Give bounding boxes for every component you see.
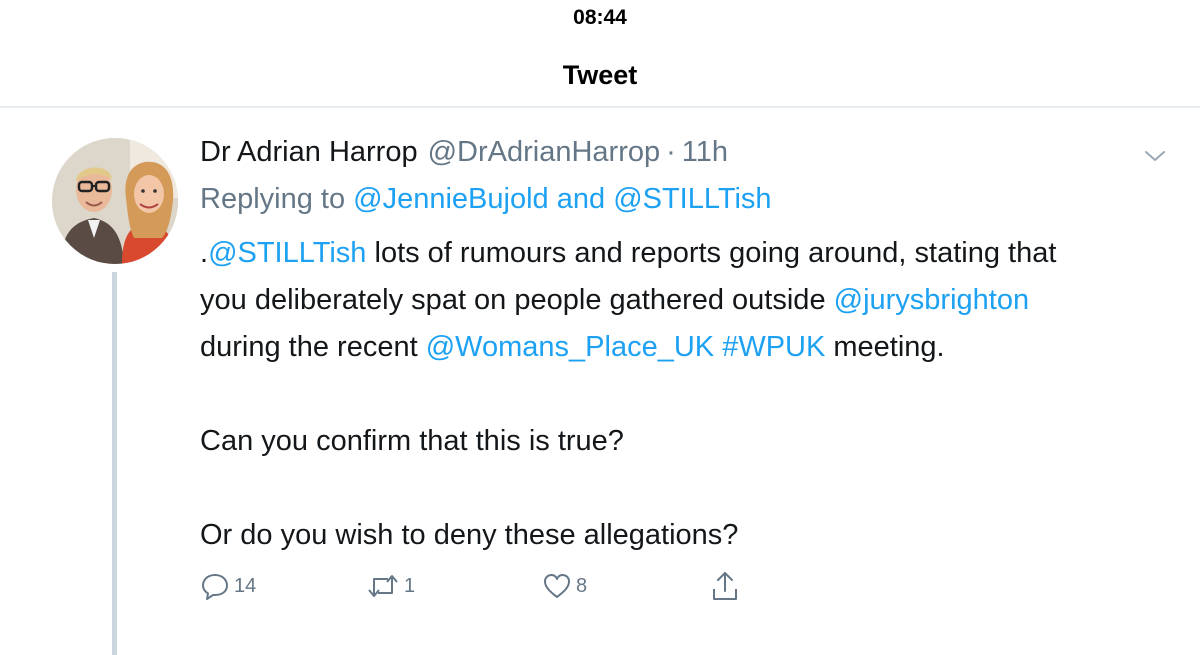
status-bar: 08:44: [0, 0, 1200, 36]
reply-icon: [200, 571, 230, 601]
chevron-down-icon[interactable]: [1140, 142, 1170, 170]
user-handle[interactable]: @DrAdrianHarrop: [428, 136, 661, 169]
tweet-paragraph-3: Or do you wish to deny these allegations…: [200, 519, 739, 551]
reply-mention-1[interactable]: @JennieBujold: [353, 183, 549, 215]
line1-text: lots of rumours and reports going around…: [366, 237, 1057, 269]
line2-text: you deliberately spat on people gathered…: [200, 284, 834, 316]
page-title: Tweet: [562, 59, 638, 90]
reply-button[interactable]: 14: [200, 568, 256, 604]
tweet-line-1: .@STILLTish lots of rumours and reports …: [200, 230, 1160, 277]
tweet-time: 11h: [681, 136, 729, 168]
tweet-line-2: you deliberately spat on people gathered…: [200, 277, 1160, 324]
heart-icon: [542, 571, 572, 601]
like-button[interactable]: 8: [542, 568, 587, 604]
replying-to: Replying to @JennieBujold and @STILLTish: [200, 183, 772, 216]
hashtag-wpuk[interactable]: #WPUK: [722, 331, 825, 363]
retweet-count: 1: [404, 574, 416, 597]
avatar[interactable]: [52, 138, 178, 264]
tweet-header: Dr Adrian Harrop @DrAdrianHarrop · 11h: [200, 136, 728, 176]
mention-stilltish[interactable]: @STILLTish: [208, 237, 366, 269]
reply-conjunction[interactable]: and: [557, 183, 605, 215]
nav-bar: Tweet: [0, 44, 1200, 108]
tweet-text: .@STILLTish lots of rumours and reports …: [200, 230, 1160, 559]
replying-prefix: Replying to: [200, 183, 346, 215]
tweet-line-3: during the recent @Womans_Place_UK #WPUK…: [200, 324, 1160, 371]
separator-dot: ·: [666, 136, 676, 168]
display-name[interactable]: Dr Adrian Harrop: [200, 136, 418, 169]
retweet-icon: [366, 571, 400, 601]
line3-text: during the recent: [200, 331, 426, 363]
line-prefix: .: [200, 237, 209, 269]
thread-line: [112, 272, 117, 655]
avatar-photo: [52, 138, 178, 264]
reply-count: 14: [234, 574, 257, 597]
mention-jurysbrighton[interactable]: @jurysbrighton: [834, 284, 1029, 316]
tweet-paragraph-2: Can you confirm that this is true?: [200, 425, 624, 457]
mention-womans-place-uk[interactable]: @Womans_Place_UK: [426, 331, 714, 363]
like-count: 8: [576, 574, 588, 597]
status-time: 08:44: [573, 6, 627, 29]
line3-rest: meeting.: [825, 331, 945, 363]
share-button[interactable]: [710, 568, 740, 604]
retweet-button[interactable]: 1: [366, 568, 415, 604]
reply-mention-2[interactable]: @STILLTish: [613, 183, 771, 215]
share-icon: [710, 569, 740, 603]
